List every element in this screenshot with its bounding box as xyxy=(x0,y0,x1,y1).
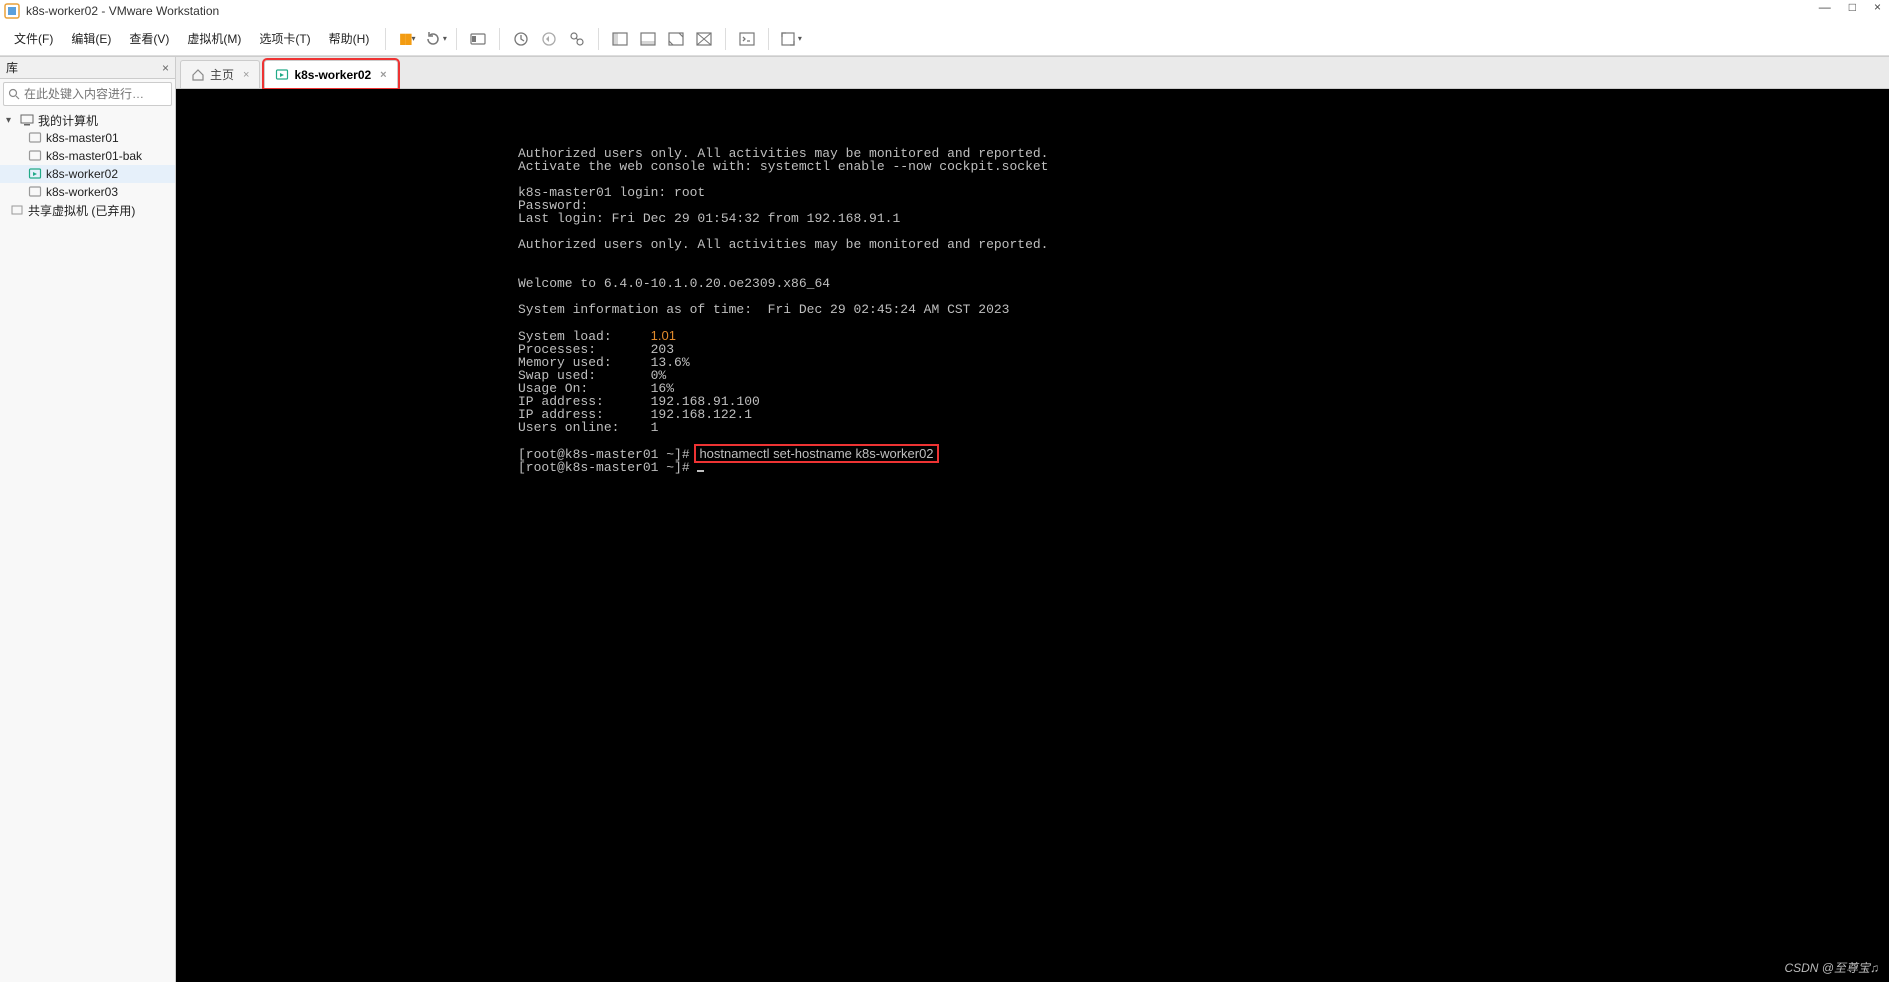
separator xyxy=(456,28,457,50)
menubar: 文件(F) 编辑(E) 查看(V) 虚拟机(M) 选项卡(T) 帮助(H) ▮▮… xyxy=(0,22,1889,56)
vm-off-icon xyxy=(28,185,42,199)
tab-close-button[interactable]: × xyxy=(243,69,249,81)
titlebar: k8s-worker02 - VMware Workstation — □ × xyxy=(0,0,1889,22)
sidebar: 库 × ▾ ▾ 我的计算机 k8s-master01 k8s-master01-b… xyxy=(0,57,176,982)
tab-strip: 主页 × k8s-worker02 × xyxy=(176,57,1889,89)
tree-item-label: k8s-master01-bak xyxy=(46,149,142,163)
send-cad-button[interactable] xyxy=(465,26,491,52)
vm-off-icon xyxy=(28,131,42,145)
content-area: 主页 × k8s-worker02 × Authorized users only. … xyxy=(176,57,1889,982)
terminal-output[interactable]: Authorized users only. All activities ma… xyxy=(176,89,1889,982)
view-mode-2-button[interactable] xyxy=(635,26,661,52)
tree-item-k8s-worker02[interactable]: k8s-worker02 xyxy=(0,165,175,183)
sidebar-close-button[interactable]: × xyxy=(162,61,169,75)
tree-item-label: k8s-worker03 xyxy=(46,185,118,199)
window-title: k8s-worker02 - VMware Workstation xyxy=(26,4,219,18)
watermark: CSDN @至尊宝♫ xyxy=(1784,959,1879,976)
vm-off-icon xyxy=(28,149,42,163)
tab-label: 主页 xyxy=(210,66,234,83)
menu-vm[interactable]: 虚拟机(M) xyxy=(179,26,249,51)
main-area: 库 × ▾ ▾ 我的计算机 k8s-master01 k8s-master01-b… xyxy=(0,56,1889,982)
search-field[interactable]: ▾ xyxy=(3,82,172,106)
separator xyxy=(385,28,386,50)
tree-shared-label: 共享虚拟机 (已弃用) xyxy=(28,202,135,219)
tree-item-k8s-master01-bak[interactable]: k8s-master01-bak xyxy=(0,147,175,165)
tab-label: k8s-worker02 xyxy=(294,68,371,82)
pause-button[interactable]: ▮▮▾ xyxy=(394,26,420,52)
menu-file[interactable]: 文件(F) xyxy=(6,26,61,51)
tab-close-button[interactable]: × xyxy=(380,69,386,81)
cli-button[interactable] xyxy=(734,26,760,52)
snapshot-take-button[interactable] xyxy=(508,26,534,52)
sidebar-header: 库 × xyxy=(0,57,175,79)
separator xyxy=(499,28,500,50)
sidebar-title: 库 xyxy=(6,59,18,76)
view-mode-4-button[interactable] xyxy=(691,26,717,52)
separator xyxy=(725,28,726,50)
separator xyxy=(598,28,599,50)
tab-k8s-worker02[interactable]: k8s-worker02 × xyxy=(264,60,397,88)
collapse-icon[interactable]: ▾ xyxy=(6,115,16,126)
vm-on-icon xyxy=(275,68,289,82)
menu-view[interactable]: 查看(V) xyxy=(121,26,177,51)
view-mode-3-button[interactable] xyxy=(663,26,689,52)
separator xyxy=(768,28,769,50)
home-icon xyxy=(191,68,205,82)
vm-tree: ▾ 我的计算机 k8s-master01 k8s-master01-bak k8s-… xyxy=(0,109,175,221)
search-icon xyxy=(8,88,20,100)
maximize-button[interactable]: □ xyxy=(1849,0,1856,14)
minimize-button[interactable]: — xyxy=(1819,0,1831,14)
snapshot-revert-button[interactable] xyxy=(536,26,562,52)
close-button[interactable]: × xyxy=(1874,0,1881,14)
view-mode-1-button[interactable] xyxy=(607,26,633,52)
fullscreen-button[interactable]: ▾ xyxy=(777,26,803,52)
tree-root-label: 我的计算机 xyxy=(38,112,98,129)
menu-help[interactable]: 帮助(H) xyxy=(321,26,378,51)
tree-item-label: k8s-worker02 xyxy=(46,167,118,181)
search-input[interactable] xyxy=(24,87,179,101)
tree-item-k8s-worker03[interactable]: k8s-worker03 xyxy=(0,183,175,201)
tab-主页[interactable]: 主页 × xyxy=(180,60,260,88)
computer-icon xyxy=(20,113,34,127)
shared-icon xyxy=(10,203,24,217)
tree-item-label: k8s-master01 xyxy=(46,131,119,145)
app-icon xyxy=(4,3,20,19)
restart-button[interactable]: ▾ xyxy=(422,26,448,52)
menu-tabs[interactable]: 选项卡(T) xyxy=(251,26,318,51)
menu-edit[interactable]: 编辑(E) xyxy=(63,26,119,51)
tree-shared-vms[interactable]: 共享虚拟机 (已弃用) xyxy=(0,201,175,219)
tree-root-my-computer[interactable]: ▾ 我的计算机 xyxy=(0,111,175,129)
snapshot-manager-button[interactable] xyxy=(564,26,590,52)
vm-on-icon xyxy=(28,167,42,181)
window-controls: — □ × xyxy=(1819,0,1881,14)
tree-item-k8s-master01[interactable]: k8s-master01 xyxy=(0,129,175,147)
